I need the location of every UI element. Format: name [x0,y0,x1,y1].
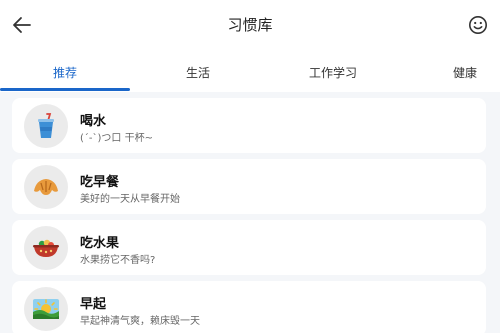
habit-icon-badge [24,104,68,148]
habit-card-wake-early[interactable]: 早起 早起神清气爽，赖床毁一天 [12,281,486,333]
habit-name: 吃早餐 [80,175,120,190]
habit-icon-badge [24,165,68,209]
tab-health[interactable]: 健康 [453,64,477,81]
habit-description: 美好的一天从早餐开始 [80,194,180,205]
habit-card-eat-fruit[interactable]: 吃水果 水果捞它不香吗? [12,220,486,275]
habit-icon-badge [24,287,68,331]
tab-recommend[interactable]: 推荐 [53,64,77,81]
habit-card-drink-water[interactable]: 喝水 (ˊ-ˋ)つ口 干杯~ [12,98,486,153]
habit-description: 水果捞它不香吗? [80,255,156,266]
sunrise-icon [33,299,59,319]
habit-description: (ˊ-ˋ)つ口 干杯~ [80,133,153,144]
habit-name: 早起 [80,297,107,312]
habit-name: 喝水 [80,114,107,129]
habit-description: 早起神清气爽，赖床毁一天 [80,316,200,327]
smiley-face-icon [469,16,487,34]
tab-work-study[interactable]: 工作学习 [309,64,357,81]
habit-name: 吃水果 [80,236,120,251]
fruit-bowl-icon [33,239,59,257]
cup-with-straw-icon [38,113,54,138]
habit-list: 喝水 (ˊ-ˋ)つ口 干杯~ 吃早餐 美好的一天从早餐开始 吃水果 水果捞它不香… [12,98,486,333]
page-title: 习惯库 [227,16,273,34]
active-tab-indicator [0,88,130,91]
habit-icon-badge [24,226,68,270]
category-tabs: 推荐 生活 工作学习 健康 [0,52,500,92]
top-bar: 习惯库 [0,0,500,52]
smiley-button[interactable] [466,13,490,37]
tab-life[interactable]: 生活 [186,64,210,81]
habit-card-eat-breakfast[interactable]: 吃早餐 美好的一天从早餐开始 [12,159,486,214]
croissant-icon [34,179,58,195]
